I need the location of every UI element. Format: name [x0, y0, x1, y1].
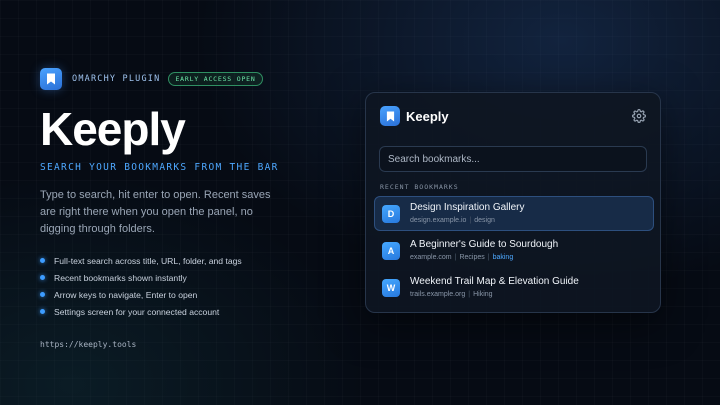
bookmark-tag: Hiking [473, 291, 493, 298]
bookmark-list: D Design Inspiration Gallery design.exam… [374, 196, 654, 307]
bookmark-title: Weekend Trail Map & Elevation Guide [410, 276, 579, 287]
feature-text: Full-text search across title, URL, fold… [54, 255, 242, 266]
feature-item: Arrow keys to navigate, Enter to open [40, 286, 340, 303]
tagline: SEARCH YOUR BOOKMARKS FROM THE BAR [40, 162, 279, 173]
plugin-label: OMARCHY PLUGIN [72, 74, 161, 84]
bookmark-title: Design Inspiration Gallery [410, 202, 525, 213]
list-item[interactable]: D Design Inspiration Gallery design.exam… [374, 196, 654, 231]
separator: | [469, 217, 472, 224]
favicon-avatar: D [382, 204, 400, 223]
bookmark-folder: Recipes [459, 254, 485, 261]
favicon-avatar: A [382, 241, 400, 260]
brand-row: OMARCHY PLUGIN EARLY ACCESS OPEN [40, 68, 340, 90]
website-link[interactable]: https://keeply.tools [40, 340, 340, 349]
search-input[interactable] [379, 146, 647, 172]
feature-item: Settings screen for your connected accou… [40, 303, 340, 320]
gear-icon[interactable] [632, 109, 646, 123]
bookmark-domain: trails.example.org [410, 291, 466, 298]
feature-item: Recent bookmarks shown instantly [40, 269, 340, 286]
hero-section: OMARCHY PLUGIN EARLY ACCESS OPEN Keeply … [40, 68, 340, 349]
panel-header: Keeply [380, 105, 646, 127]
status-badge: EARLY ACCESS OPEN [168, 72, 263, 86]
bookmark-tag: baking [492, 254, 514, 261]
bullet-dot-icon [40, 258, 45, 263]
feature-text: Recent bookmarks shown instantly [54, 272, 187, 283]
bookmarks-panel: Keeply RECENT BOOKMARKS D Design Inspira… [365, 92, 661, 313]
feature-text: Settings screen for your connected accou… [54, 306, 220, 317]
bookmark-domain: example.com [410, 254, 452, 261]
bookmark-title: A Beginner's Guide to Sourdough [410, 239, 559, 250]
feature-item: Full-text search across title, URL, fold… [40, 252, 340, 269]
section-label: RECENT BOOKMARKS [380, 183, 459, 191]
separator: | [487, 254, 490, 261]
bullet-dot-icon [40, 275, 45, 280]
panel-title: Keeply [406, 108, 449, 124]
bookmark-icon [40, 68, 62, 90]
list-item[interactable]: A A Beginner's Guide to Sourdough exampl… [374, 233, 654, 268]
feature-list: Full-text search across title, URL, fold… [40, 252, 340, 320]
list-item[interactable]: W Weekend Trail Map & Elevation Guide tr… [374, 270, 654, 305]
favicon-avatar: W [382, 278, 400, 297]
separator: | [454, 254, 457, 261]
page-title: Keeply [40, 103, 186, 155]
bookmark-meta: example.com | Recipes | baking [410, 252, 558, 263]
separator: | [468, 291, 471, 298]
bullet-dot-icon [40, 309, 45, 314]
bookmark-meta: trails.example.org | Hiking [410, 289, 579, 300]
bookmark-meta: design.example.io | design [410, 215, 525, 226]
description: Type to search, hit enter to open. Recen… [40, 189, 271, 235]
bullet-dot-icon [40, 292, 45, 297]
feature-text: Arrow keys to navigate, Enter to open [54, 289, 198, 300]
bookmark-tag: design [474, 217, 495, 224]
bookmark-domain: design.example.io [410, 217, 467, 224]
bookmark-icon [380, 106, 400, 126]
